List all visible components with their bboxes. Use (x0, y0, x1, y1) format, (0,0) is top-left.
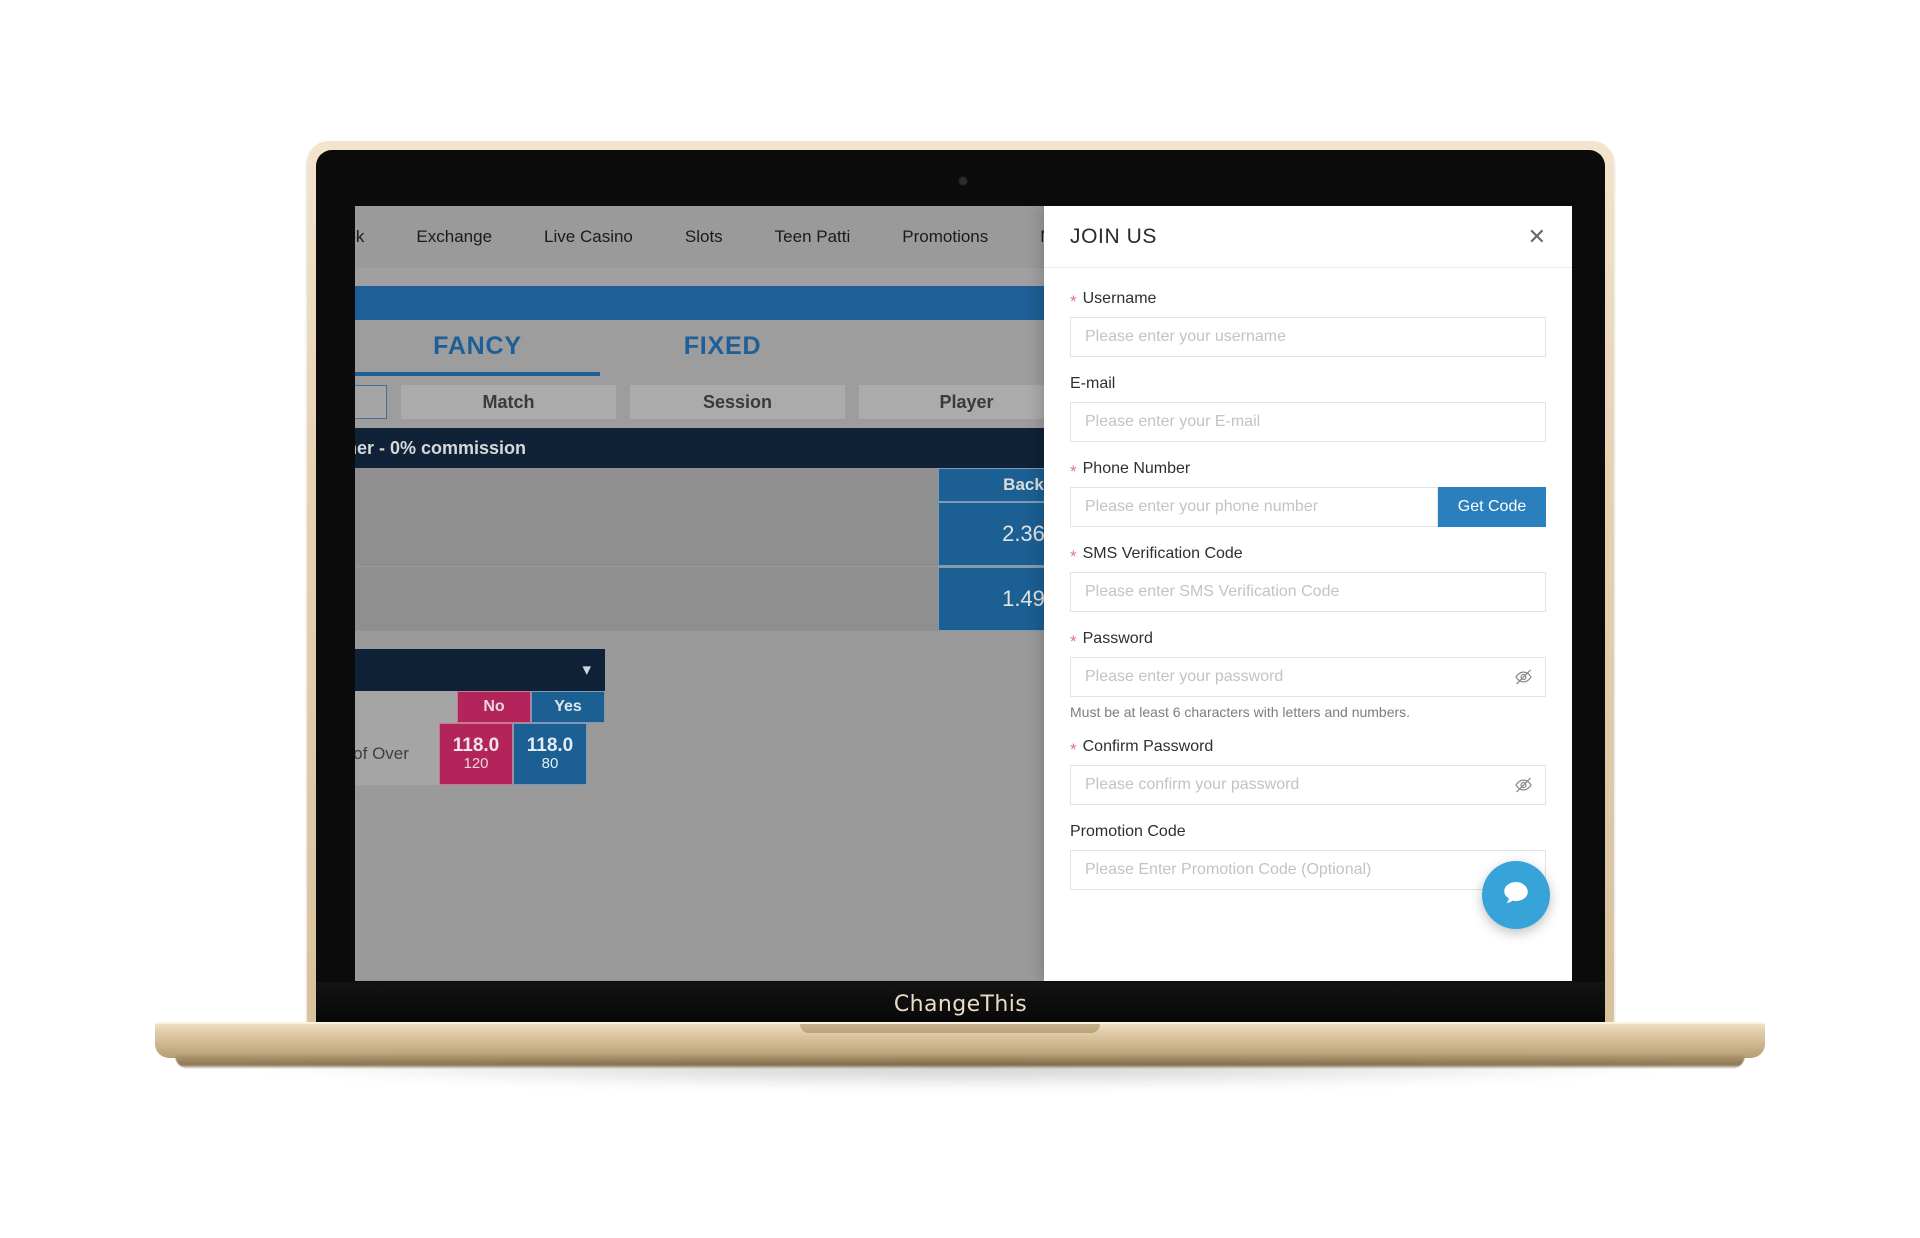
nav-item-exchange[interactable]: Exchange (390, 206, 518, 268)
chevron-down-icon: ▾ (582, 660, 591, 679)
chat-support-button[interactable] (1482, 861, 1550, 929)
promotion-code-input[interactable] (1070, 850, 1546, 890)
sms-code-input[interactable] (1070, 572, 1546, 612)
odds-header-spacer (355, 468, 938, 502)
sms-code-input-wrap (1070, 572, 1546, 612)
password-input-wrap (1070, 657, 1546, 697)
password-input[interactable] (1070, 657, 1546, 697)
filter-match[interactable]: Match (401, 385, 616, 419)
email-field[interactable] (1070, 402, 1546, 442)
password-label: * Password (1070, 630, 1546, 651)
fancy-no-price: 118.0 (452, 735, 500, 757)
get-code-button[interactable]: Get Code (1438, 487, 1546, 527)
field-password: * Password Please enter your password Mu… (1070, 630, 1546, 720)
required-marker-icon: * (1070, 291, 1077, 311)
password-hint: Must be at least 6 characters with lette… (1070, 704, 1411, 720)
chat-bubble-icon (1499, 876, 1533, 915)
fancy-row-label: d of Over (355, 723, 439, 785)
fancy-yes-price: 118.0 (526, 735, 574, 757)
nav-item-teen-patti[interactable]: Teen Patti (749, 206, 877, 268)
nav-item-slots[interactable]: Slots (659, 206, 749, 268)
laptop-mockup: ook Exchange Live Casino Slots Teen Patt… (0, 0, 1920, 1238)
laptop-base-notch (800, 1024, 1100, 1033)
column-header-no: No (457, 691, 531, 723)
browser-viewport: ook Exchange Live Casino Slots Teen Patt… (355, 206, 1572, 981)
column-header-yes: Yes (531, 691, 605, 723)
phone-label-text: Phone Number (1082, 460, 1191, 477)
sms-code-label-text: SMS Verification Code (1082, 545, 1243, 562)
join-us-modal: JOIN US ✕ * Username Please enter your u… (1044, 206, 1572, 981)
eye-off-icon[interactable] (1514, 776, 1533, 795)
filter-all-button[interactable] (355, 385, 387, 419)
laptop-chin: ChangeThis (316, 982, 1605, 1026)
confirm-password-input[interactable] (1070, 765, 1546, 805)
fancy-yes-size: 80 (541, 755, 559, 773)
modal-header: JOIN US ✕ (1044, 206, 1572, 268)
confirm-password-label-text: Confirm Password (1082, 738, 1214, 755)
email-label-text: E-mail (1070, 375, 1116, 392)
field-sms-code: * SMS Verification Code (1070, 545, 1546, 612)
webcam-icon (959, 177, 967, 185)
screenshot-stage: ook Exchange Live Casino Slots Teen Patt… (0, 0, 1920, 1238)
nav-item-live-casino[interactable]: Live Casino (518, 206, 659, 268)
username-label: * Username (1070, 290, 1546, 311)
sms-code-label: * SMS Verification Code (1070, 545, 1546, 566)
table-row: d of Over 118.0 120 118.0 80 (355, 723, 605, 785)
laptop-drop-shadow (220, 1064, 1700, 1090)
email-label: E-mail (1070, 375, 1546, 393)
username-input-wrap (1070, 317, 1546, 357)
tab-fancy[interactable]: FANCY (355, 332, 600, 376)
fancy-header-spacer (355, 691, 457, 723)
phone-input[interactable] (1070, 487, 1438, 527)
nav-item-sportsbook[interactable]: ook (355, 206, 390, 268)
username-input[interactable] (1070, 317, 1546, 357)
promotion-code-label: Promotion Code (1070, 823, 1546, 841)
email-input-wrap (1070, 402, 1546, 442)
nav-item-promotions[interactable]: Promotions (876, 206, 1014, 268)
required-marker-icon: * (1070, 461, 1077, 481)
fancy-no-cell[interactable]: 118.0 120 (439, 723, 513, 785)
filter-session[interactable]: Session (630, 385, 845, 419)
field-email: E-mail (1070, 375, 1546, 442)
brand-logo-text: ChangeThis (893, 991, 1028, 1017)
fancy-yes-cell[interactable]: 118.0 80 (513, 723, 587, 785)
confirm-password-label: * Confirm Password (1070, 738, 1546, 759)
required-marker-icon: * (1070, 631, 1077, 651)
promotion-code-input-wrap (1070, 850, 1546, 890)
username-label-text: Username (1082, 290, 1157, 307)
phone-label: * Phone Number (1070, 460, 1546, 481)
close-icon[interactable]: ✕ (1528, 225, 1546, 248)
promotion-code-label-text: Promotion Code (1070, 823, 1186, 840)
filter-player[interactable]: Player (859, 385, 1074, 419)
runner-name-cell (355, 502, 938, 566)
required-marker-icon: * (1070, 546, 1077, 566)
required-marker-icon: * (1070, 739, 1077, 759)
tab-fixed[interactable]: FIXED (600, 332, 845, 376)
field-username: * Username (1070, 290, 1546, 357)
field-phone: * Phone Number Get Code (1070, 460, 1546, 527)
eye-off-icon[interactable] (1514, 668, 1533, 687)
modal-title: JOIN US (1070, 224, 1158, 248)
fancy-market-header[interactable]: ▾ (355, 649, 605, 691)
market-title-text: nner - 0% commission (355, 437, 527, 458)
phone-input-wrap: Get Code (1070, 487, 1546, 527)
password-label-text: Password (1082, 630, 1153, 647)
field-confirm-password: * Confirm Password (1070, 738, 1546, 805)
fancy-no-size: 120 (463, 755, 489, 773)
field-promotion-code: Promotion Code (1070, 823, 1546, 890)
fancy-table-header: No Yes (355, 691, 605, 723)
runner-name-cell (355, 567, 938, 631)
confirm-password-input-wrap (1070, 765, 1546, 805)
